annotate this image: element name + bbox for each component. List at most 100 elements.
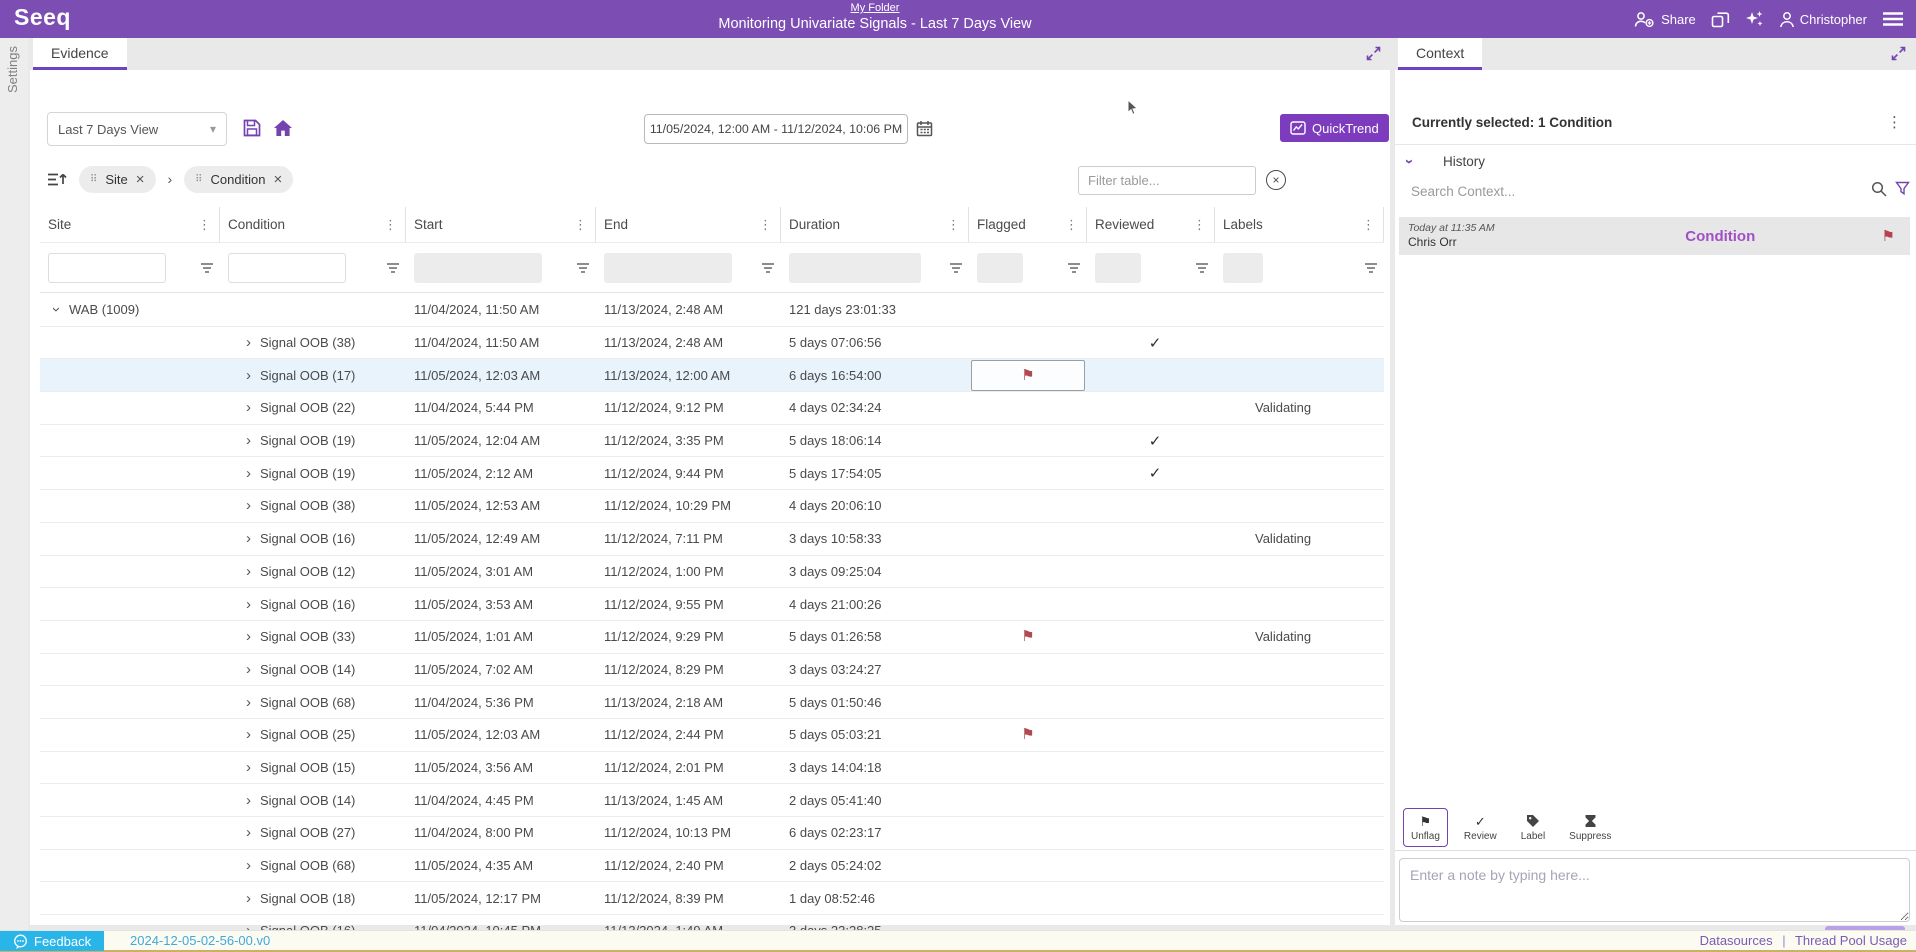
expand-row-icon[interactable]: › bbox=[246, 629, 251, 644]
cell-flagged[interactable] bbox=[969, 457, 1087, 489]
close-icon[interactable]: × bbox=[273, 172, 282, 187]
context-menu-icon[interactable]: ⋮ bbox=[1887, 113, 1902, 131]
table-row[interactable]: ›Signal OOB (17)11/05/2024, 12:03 AM11/1… bbox=[40, 359, 1384, 392]
cell-labels[interactable] bbox=[1215, 882, 1384, 914]
hamburger-menu-icon[interactable] bbox=[1882, 11, 1904, 27]
cell-flagged[interactable] bbox=[969, 294, 1087, 326]
expand-row-icon[interactable]: › bbox=[246, 825, 251, 840]
collapse-row-icon[interactable]: › bbox=[49, 307, 64, 312]
labels-filter-input[interactable] bbox=[1223, 253, 1263, 283]
table-row[interactable]: ›WAB (1009)11/04/2024, 11:50 AM11/13/202… bbox=[40, 294, 1384, 327]
expand-row-icon[interactable]: › bbox=[246, 564, 251, 579]
filter-icon[interactable] bbox=[950, 263, 962, 273]
save-view-icon[interactable] bbox=[243, 119, 261, 142]
cell-reviewed[interactable] bbox=[1087, 882, 1215, 914]
breadcrumb-my-folder[interactable]: My Folder bbox=[718, 3, 1031, 14]
end-filter-input[interactable] bbox=[604, 253, 732, 283]
feedback-button[interactable]: Feedback bbox=[0, 931, 104, 951]
table-row[interactable]: ›Signal OOB (16)11/05/2024, 12:49 AM11/1… bbox=[40, 523, 1384, 556]
seeq-logo[interactable]: Seeq bbox=[14, 4, 71, 31]
cell-labels[interactable]: Validating bbox=[1215, 621, 1384, 653]
expand-row-icon[interactable]: › bbox=[246, 433, 251, 448]
chip-condition[interactable]: ⠿ Condition × bbox=[184, 166, 293, 193]
cell-labels[interactable] bbox=[1215, 654, 1384, 686]
search-icon[interactable] bbox=[1871, 181, 1887, 197]
worksheets-icon[interactable] bbox=[1711, 11, 1730, 28]
filter-icon[interactable] bbox=[1196, 263, 1208, 273]
cell-flagged[interactable] bbox=[969, 490, 1087, 522]
label-button[interactable]: Label bbox=[1513, 808, 1553, 847]
filter-icon[interactable] bbox=[201, 263, 213, 273]
review-button[interactable]: ✓ Review bbox=[1456, 808, 1505, 847]
view-selector[interactable]: Last 7 Days View ▾ bbox=[47, 112, 227, 146]
table-row[interactable]: ›Signal OOB (68)11/04/2024, 5:36 PM11/13… bbox=[40, 686, 1384, 719]
cell-reviewed[interactable] bbox=[1087, 752, 1215, 784]
cell-labels[interactable] bbox=[1215, 784, 1384, 816]
context-search-input[interactable] bbox=[1409, 178, 1829, 204]
expand-row-icon[interactable]: › bbox=[246, 531, 251, 546]
date-range-input[interactable] bbox=[644, 114, 908, 144]
cell-reviewed[interactable]: ✓ bbox=[1087, 457, 1215, 489]
column-menu-icon[interactable]: ⋮ bbox=[195, 217, 214, 233]
expand-row-icon[interactable]: › bbox=[246, 793, 251, 808]
home-icon[interactable] bbox=[273, 119, 293, 142]
expand-row-icon[interactable]: › bbox=[246, 368, 251, 383]
cell-reviewed[interactable] bbox=[1087, 784, 1215, 816]
expand-row-icon[interactable]: › bbox=[246, 695, 251, 710]
table-row[interactable]: ›Signal OOB (18)11/05/2024, 12:17 PM11/1… bbox=[40, 882, 1384, 915]
cell-reviewed[interactable]: ✓ bbox=[1087, 327, 1215, 359]
expand-row-icon[interactable]: › bbox=[246, 858, 251, 873]
column-menu-icon[interactable]: ⋮ bbox=[1062, 217, 1081, 233]
filter-icon[interactable] bbox=[577, 263, 589, 273]
column-header-labels[interactable]: Labels⋮ bbox=[1215, 207, 1384, 242]
cell-reviewed[interactable] bbox=[1087, 621, 1215, 653]
cell-labels[interactable] bbox=[1215, 457, 1384, 489]
maximize-context-icon[interactable] bbox=[1891, 46, 1906, 66]
filter-icon[interactable] bbox=[1068, 263, 1080, 273]
filter-funnel-icon[interactable] bbox=[1895, 181, 1910, 196]
table-row[interactable]: ›Signal OOB (14)11/05/2024, 7:02 AM11/12… bbox=[40, 654, 1384, 687]
cell-flagged[interactable] bbox=[969, 686, 1087, 718]
cell-flagged[interactable] bbox=[969, 784, 1087, 816]
table-row[interactable]: ›Signal OOB (14)11/04/2024, 4:45 PM11/13… bbox=[40, 784, 1384, 817]
expand-row-icon[interactable]: › bbox=[246, 760, 251, 775]
cell-labels[interactable] bbox=[1215, 294, 1384, 326]
table-row[interactable]: ›Signal OOB (19)11/05/2024, 12:04 AM11/1… bbox=[40, 425, 1384, 458]
cell-reviewed[interactable] bbox=[1087, 588, 1215, 620]
flagged-filter-input[interactable] bbox=[977, 253, 1023, 283]
share-button[interactable]: Share bbox=[1634, 11, 1696, 28]
cell-flagged[interactable] bbox=[969, 327, 1087, 359]
column-menu-icon[interactable]: ⋮ bbox=[1359, 217, 1378, 233]
cell-reviewed[interactable] bbox=[1087, 294, 1215, 326]
thread-pool-usage-link[interactable]: Thread Pool Usage bbox=[1795, 933, 1907, 948]
suppress-button[interactable]: Suppress bbox=[1561, 808, 1619, 847]
cell-reviewed[interactable] bbox=[1087, 359, 1215, 391]
cell-flagged[interactable] bbox=[969, 392, 1087, 424]
chip-site[interactable]: ⠿ Site × bbox=[79, 166, 156, 193]
cell-reviewed[interactable] bbox=[1087, 556, 1215, 588]
cell-flagged[interactable] bbox=[969, 850, 1087, 882]
cell-flagged[interactable] bbox=[969, 425, 1087, 457]
cell-flagged[interactable]: ⚑ bbox=[969, 719, 1087, 751]
table-row[interactable]: ›Signal OOB (12)11/05/2024, 3:01 AM11/12… bbox=[40, 556, 1384, 589]
collapse-history-icon[interactable]: › bbox=[1402, 159, 1417, 164]
cell-flagged[interactable]: ⚑ bbox=[969, 621, 1087, 653]
condition-filter-input[interactable] bbox=[228, 253, 346, 283]
cell-reviewed[interactable] bbox=[1087, 392, 1215, 424]
expand-row-icon[interactable]: › bbox=[246, 466, 251, 481]
cell-labels[interactable]: Validating bbox=[1215, 392, 1384, 424]
column-menu-icon[interactable]: ⋮ bbox=[1190, 217, 1209, 233]
expand-row-icon[interactable]: › bbox=[246, 400, 251, 415]
table-row[interactable]: ›Signal OOB (33)11/05/2024, 1:01 AM11/12… bbox=[40, 621, 1384, 654]
cell-labels[interactable] bbox=[1215, 327, 1384, 359]
ai-sparkles-icon[interactable] bbox=[1745, 10, 1764, 28]
cell-labels[interactable] bbox=[1215, 490, 1384, 522]
cell-flagged[interactable] bbox=[969, 817, 1087, 849]
cell-labels[interactable] bbox=[1215, 588, 1384, 620]
cell-labels[interactable] bbox=[1215, 719, 1384, 751]
column-menu-icon[interactable]: ⋮ bbox=[756, 217, 775, 233]
cell-reviewed[interactable] bbox=[1087, 654, 1215, 686]
column-menu-icon[interactable]: ⋮ bbox=[944, 217, 963, 233]
cell-reviewed[interactable] bbox=[1087, 719, 1215, 751]
tab-evidence[interactable]: Evidence bbox=[33, 38, 127, 70]
